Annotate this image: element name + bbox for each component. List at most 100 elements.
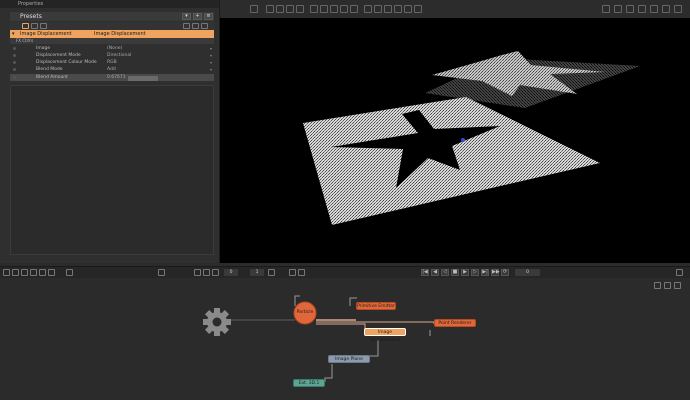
select-icon[interactable]	[266, 5, 274, 13]
paste-icon[interactable]	[192, 23, 199, 29]
node-image-plane[interactable]: Image Plane	[328, 355, 370, 363]
graph-search-icon[interactable]	[39, 269, 46, 276]
scale-icon[interactable]	[296, 5, 304, 13]
stop-button[interactable]: ■	[451, 269, 459, 276]
graph-add-icon[interactable]	[3, 269, 10, 276]
presets-bar[interactable]: Presets ▾ + ≡	[10, 12, 214, 21]
viewport-menu-icon[interactable]	[250, 5, 258, 13]
axis-icon[interactable]	[404, 5, 412, 13]
shading-icon[interactable]	[374, 5, 382, 13]
overlay-icon[interactable]	[384, 5, 392, 13]
timeline-close-icon[interactable]	[676, 269, 683, 276]
light-icon[interactable]	[340, 5, 348, 13]
param-row-blend-amount[interactable]: Blend Amount 0.67671	[10, 74, 214, 81]
rotate-icon[interactable]	[286, 5, 294, 13]
graph-expand-icon[interactable]	[674, 282, 681, 289]
viewport-render	[303, 51, 640, 225]
copy-icon[interactable]	[183, 23, 190, 29]
loop-toggle-button[interactable]: ⟳	[501, 269, 509, 276]
zoom-icon[interactable]	[638, 5, 646, 13]
record-icon[interactable]	[212, 269, 219, 276]
chevron-down-icon[interactable]: ▾	[210, 59, 212, 66]
wireframe-icon[interactable]	[364, 5, 372, 13]
node-name: Image Displacement	[20, 31, 72, 37]
node-header-row[interactable]: ▾ Image Displacement Image Displacement	[10, 30, 214, 38]
keyframe-icon[interactable]	[13, 47, 16, 50]
graph-pin-icon[interactable]	[664, 282, 671, 289]
options-icon[interactable]	[201, 23, 208, 29]
keyframe-icon[interactable]	[13, 68, 16, 71]
end-frame-field[interactable]: 1	[250, 269, 264, 276]
graph-align-icon[interactable]	[30, 269, 37, 276]
keyframe-icon[interactable]	[13, 61, 16, 64]
node-sub[interactable]: Ext. 3D.1	[293, 379, 325, 387]
camera-icon[interactable]	[330, 5, 338, 13]
param-value[interactable]: Directional	[107, 52, 131, 59]
graph-group-icon[interactable]	[12, 269, 19, 276]
param-row-image[interactable]: Image (None) ▾	[10, 45, 214, 52]
presets-dropdown-icon[interactable]: ▾	[182, 13, 191, 20]
layout-icon[interactable]	[602, 5, 610, 13]
keyframe-icon[interactable]	[13, 54, 16, 57]
presets-add-icon[interactable]: +	[193, 13, 202, 20]
effect-row[interactable]: FX Ctrlrs	[10, 38, 214, 44]
render-icon[interactable]	[350, 5, 358, 13]
bounds-icon[interactable]	[394, 5, 402, 13]
collapse-icon[interactable]: ▾	[12, 30, 15, 38]
graph-zoom-icon[interactable]	[48, 269, 55, 276]
blend-amount-slider[interactable]	[128, 76, 158, 81]
move-icon[interactable]	[276, 5, 284, 13]
frame-counter[interactable]: 0	[515, 269, 540, 276]
key-icon[interactable]	[203, 269, 210, 276]
loop-icon[interactable]	[194, 269, 201, 276]
effect-row-label: FX Ctrlrs	[16, 38, 34, 43]
graph-home-icon[interactable]	[158, 269, 165, 276]
grid-icon[interactable]	[320, 5, 328, 13]
node-type: Image Displacement	[94, 31, 146, 37]
view-icon[interactable]	[31, 23, 38, 29]
param-row-blend-mode[interactable]: Blend Mode Add ▾	[10, 66, 214, 73]
node-graph[interactable]: Particle Primitive Emitter Image Displac…	[0, 278, 690, 400]
presets-menu-icon[interactable]: ≡	[204, 13, 213, 20]
param-value[interactable]: RGB	[107, 59, 117, 66]
graph-settings-icon[interactable]	[66, 269, 73, 276]
graph-wires	[203, 295, 435, 382]
param-row-displacement-colour-mode[interactable]: Displacement Colour Mode RGB ▾	[10, 59, 214, 66]
split-icon[interactable]	[614, 5, 622, 13]
fps-icon[interactable]	[289, 269, 296, 276]
fit-icon[interactable]	[650, 5, 658, 13]
next-key-button[interactable]: ▷	[471, 269, 479, 276]
properties-empty-area	[10, 85, 214, 255]
graph-view-icon[interactable]	[654, 282, 661, 289]
filter-icon[interactable]	[22, 23, 29, 29]
keyframe-icon[interactable]	[13, 76, 16, 79]
close-icon[interactable]	[674, 5, 682, 13]
speed-icon[interactable]	[298, 269, 305, 276]
node-particle[interactable]: Particle	[292, 309, 318, 317]
play-button[interactable]: ▶	[461, 269, 469, 276]
prev-key-button[interactable]: ◀	[431, 269, 439, 276]
next-frame-button[interactable]: ▶|	[481, 269, 489, 276]
param-row-displacement-mode[interactable]: Displacement Mode Directional ▾	[10, 52, 214, 59]
play-back-button[interactable]: ◁	[441, 269, 449, 276]
time-settings-icon[interactable]	[268, 269, 275, 276]
snap-icon[interactable]	[310, 5, 318, 13]
settings-icon[interactable]	[40, 23, 47, 29]
go-end-button[interactable]: ▶▶	[491, 269, 500, 276]
chevron-down-icon[interactable]: ▾	[210, 52, 212, 59]
frame-field[interactable]: 0	[224, 269, 238, 276]
param-value[interactable]: 0.67671	[107, 74, 126, 81]
param-value[interactable]: (None)	[107, 45, 122, 52]
node-point-renderer[interactable]: Point Renderer	[434, 319, 476, 327]
chevron-down-icon[interactable]: ▾	[210, 66, 212, 73]
go-start-button[interactable]: |◀	[421, 269, 429, 276]
view-options-icon[interactable]	[626, 5, 634, 13]
3d-viewport[interactable]	[220, 18, 690, 263]
chevron-down-icon[interactable]: ▾	[210, 45, 212, 52]
stats-icon[interactable]	[414, 5, 422, 13]
graph-layout-icon[interactable]	[21, 269, 28, 276]
node-primitive-emitter[interactable]: Primitive Emitter	[356, 302, 396, 310]
param-value[interactable]: Add	[107, 66, 116, 73]
fullscreen-icon[interactable]	[662, 5, 670, 13]
node-image-displacement[interactable]: Image Displacement	[364, 328, 406, 343]
